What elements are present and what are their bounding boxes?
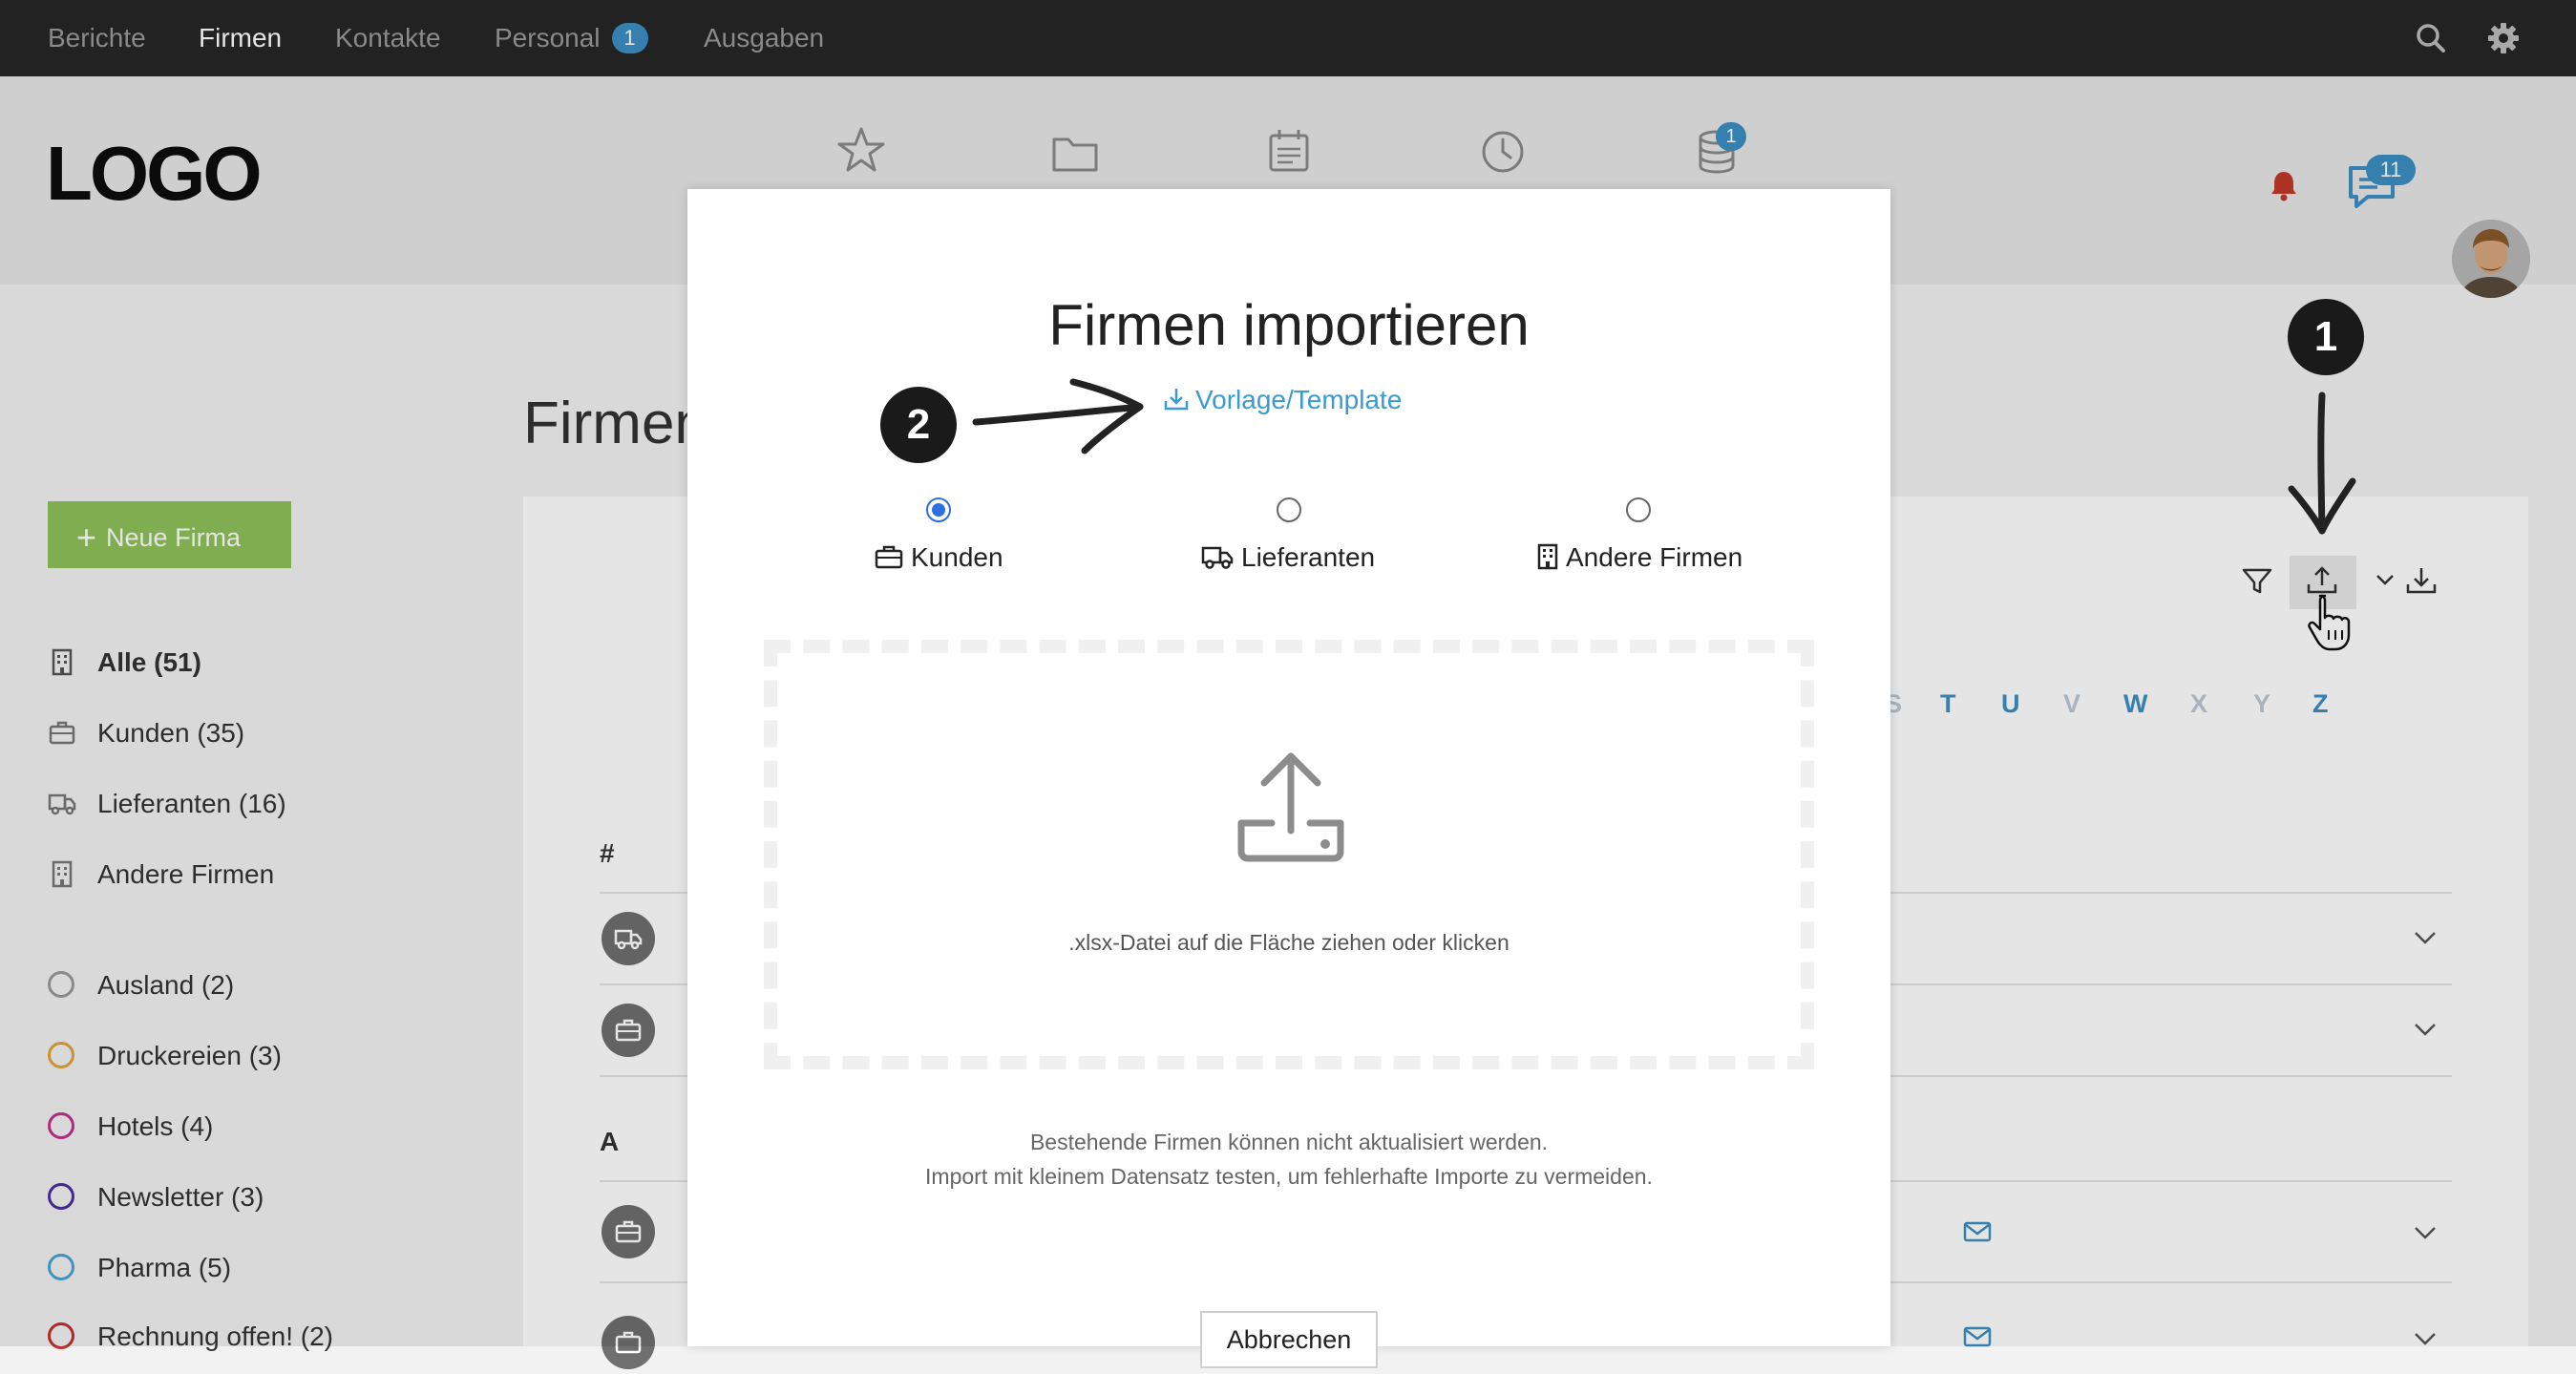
template-download-link[interactable]: Vorlage/Template xyxy=(1163,385,1402,415)
option-andere-firmen[interactable]: Andere Firmen xyxy=(1537,542,1742,573)
dropzone-text: .xlsx-Datei auf die Fläche ziehen oder k… xyxy=(1068,930,1510,955)
building-icon xyxy=(1537,543,1558,569)
briefcase-icon xyxy=(875,545,903,568)
option-label: Kunden xyxy=(911,542,1003,572)
modal-title: Firmen importieren xyxy=(1048,293,1530,357)
cancel-button[interactable]: Abbrechen xyxy=(1200,1311,1378,1368)
annotation-arrow-right xyxy=(972,378,1144,454)
option-kunden[interactable]: Kunden xyxy=(875,542,1003,573)
radio-kunden[interactable] xyxy=(926,497,951,522)
import-note-line1: Bestehende Firmen können nicht aktualisi… xyxy=(1029,1130,1549,1154)
radio-andere-firmen[interactable] xyxy=(1626,497,1651,522)
template-link-label: Vorlage/Template xyxy=(1195,385,1403,414)
download-icon xyxy=(1164,388,1189,410)
truck-icon xyxy=(1201,546,1234,569)
radio-lieferanten[interactable] xyxy=(1277,497,1301,522)
option-label: Andere Firmen xyxy=(1566,542,1743,572)
option-label: Lieferanten xyxy=(1241,542,1376,572)
file-dropzone[interactable]: .xlsx-Datei auf die Fläche ziehen oder k… xyxy=(764,640,1814,1069)
import-note-line2: Import mit kleinem Datensatz testen, um … xyxy=(925,1164,1653,1189)
annotation-step-1: 1 xyxy=(2288,299,2364,375)
annotation-arrow-down xyxy=(2288,391,2356,535)
annotation-step-2: 2 xyxy=(880,387,957,463)
option-lieferanten[interactable]: Lieferanten xyxy=(1201,542,1375,573)
import-modal: Firmen importieren Vorlage/Template Kund… xyxy=(687,189,1890,1368)
upload-icon xyxy=(1237,752,1344,862)
